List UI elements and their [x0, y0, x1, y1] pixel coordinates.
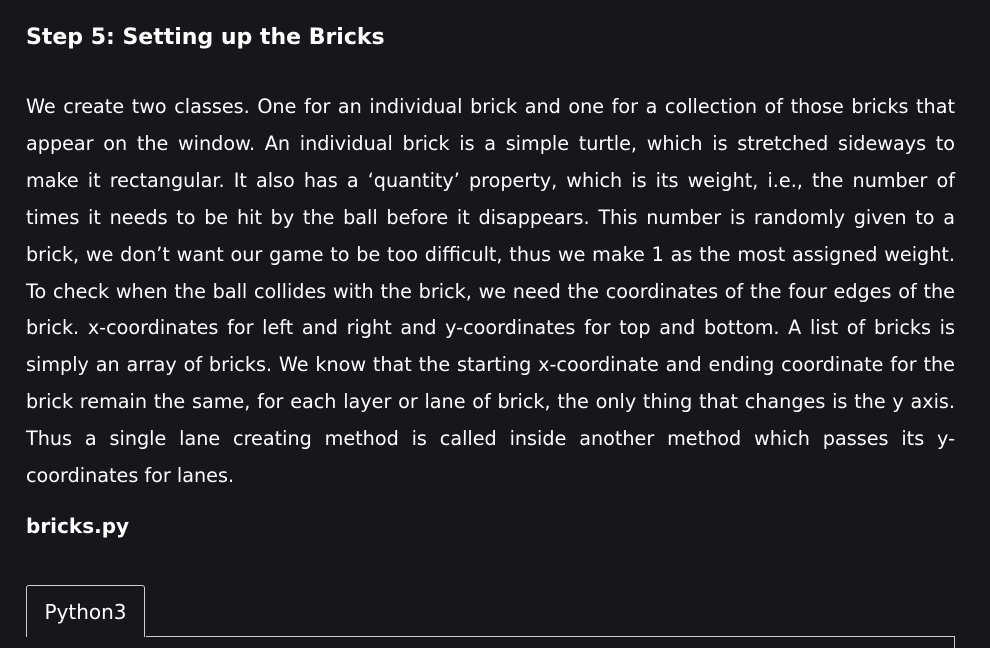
tab-divider: [146, 636, 955, 637]
tab-python3[interactable]: Python3: [26, 585, 145, 637]
step-heading: Step 5: Setting up the Bricks: [26, 25, 385, 50]
article-paragraph: We create two classes. One for an indivi…: [26, 95, 955, 488]
code-file-name: bricks.py: [26, 514, 130, 538]
code-block: Python3: [26, 585, 955, 648]
code-panel-border: [954, 636, 955, 648]
